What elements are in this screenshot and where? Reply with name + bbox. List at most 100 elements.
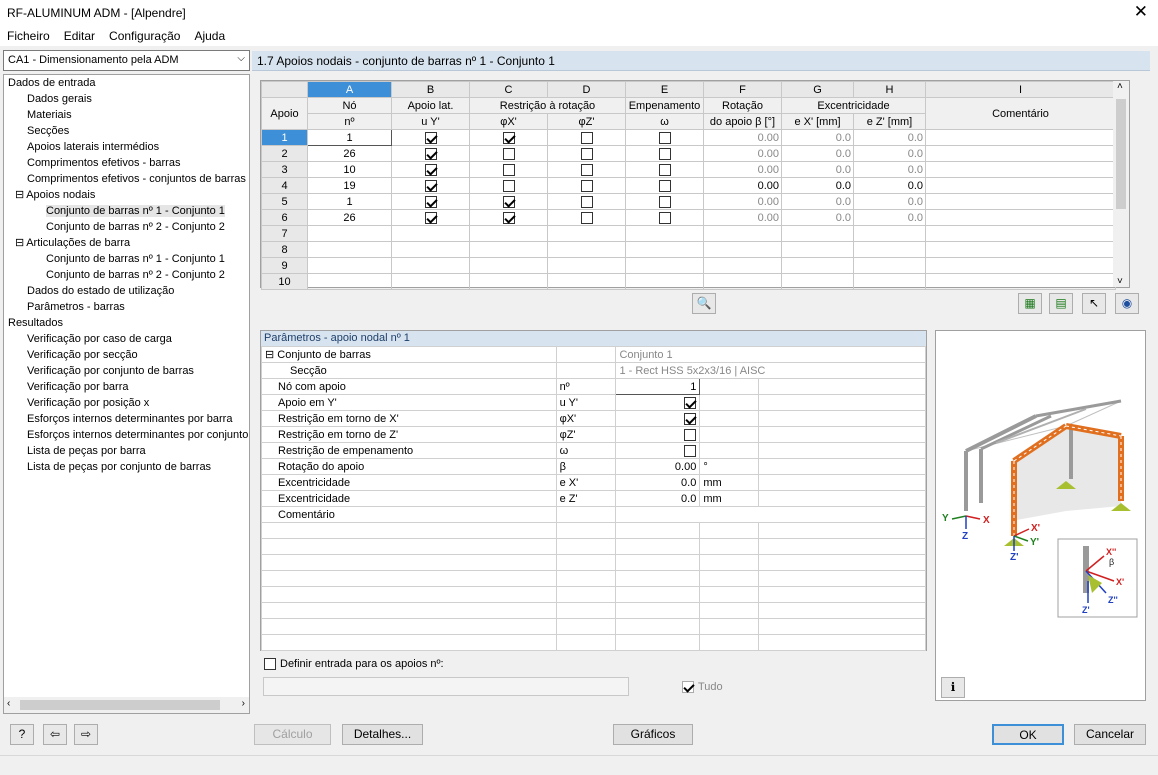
value-cell[interactable]: 0.0 bbox=[781, 161, 854, 178]
table-row[interactable]: 8 bbox=[261, 241, 1116, 258]
phiz-cell[interactable] bbox=[547, 193, 626, 210]
empty-cell[interactable] bbox=[781, 273, 854, 290]
value-cell[interactable]: 0.0 bbox=[853, 129, 926, 146]
checkbox[interactable] bbox=[424, 147, 437, 160]
tree-item[interactable]: Comprimentos efetivos - conjuntos de bar… bbox=[27, 171, 246, 187]
node-cell[interactable]: 1 bbox=[307, 129, 392, 146]
parameter-value[interactable]: 0.0 bbox=[615, 474, 701, 491]
checkbox[interactable] bbox=[580, 195, 593, 208]
empty-cell[interactable] bbox=[547, 273, 626, 290]
checkbox[interactable] bbox=[658, 211, 671, 224]
chevron-down-icon[interactable]: ⌵ bbox=[237, 53, 245, 64]
menu-item[interactable]: Configuração bbox=[102, 26, 187, 43]
scrollbar-thumb[interactable] bbox=[1116, 99, 1126, 209]
apoio-lat-cell[interactable] bbox=[391, 177, 470, 194]
empty-cell[interactable] bbox=[703, 225, 782, 242]
supports-input[interactable] bbox=[263, 677, 629, 696]
tree-item[interactable]: Verificação por barra bbox=[27, 379, 129, 395]
graphic-select-button[interactable]: 🔍 bbox=[692, 293, 716, 314]
empty-cell[interactable] bbox=[391, 273, 470, 290]
scroll-down-icon[interactable]: ˅ bbox=[1117, 276, 1123, 287]
value-cell[interactable]: 0.00 bbox=[703, 129, 782, 146]
table-row[interactable]: 7 bbox=[261, 225, 1116, 242]
node-cell[interactable]: 1 bbox=[307, 193, 392, 210]
phix-cell[interactable] bbox=[469, 145, 548, 162]
value-cell[interactable]: 0.00 bbox=[703, 193, 782, 210]
table-row[interactable]: 5 1 0.00 0.0 0.0 bbox=[261, 193, 1116, 210]
excel-import-button[interactable]: ▤ bbox=[1049, 293, 1073, 314]
value-cell[interactable]: 0.0 bbox=[781, 145, 854, 162]
tree-item[interactable]: Conjunto de barras nº 1 - Conjunto 1 bbox=[46, 203, 225, 219]
parameter-checkbox-cell[interactable] bbox=[615, 394, 701, 411]
tree-item[interactable]: Lista de peças por barra bbox=[27, 443, 146, 459]
phiz-cell[interactable] bbox=[547, 209, 626, 226]
empty-cell[interactable] bbox=[547, 257, 626, 274]
checkbox[interactable] bbox=[658, 163, 671, 176]
graphics-button[interactable]: Gráficos bbox=[613, 724, 693, 745]
empty-cell[interactable] bbox=[547, 241, 626, 258]
checkbox[interactable] bbox=[684, 412, 697, 425]
tree-item[interactable]: Conjunto de barras nº 1 - Conjunto 1 bbox=[46, 251, 225, 267]
cancel-button[interactable]: Cancelar bbox=[1074, 724, 1146, 745]
comment-cell[interactable] bbox=[925, 129, 1116, 146]
parameter-checkbox-cell[interactable] bbox=[615, 442, 701, 459]
empty-cell[interactable] bbox=[781, 257, 854, 274]
view-button[interactable]: ◉ bbox=[1115, 293, 1139, 314]
empty-cell[interactable] bbox=[307, 257, 392, 274]
checkbox[interactable] bbox=[424, 131, 437, 144]
empty-cell[interactable] bbox=[469, 241, 548, 258]
checkbox[interactable] bbox=[502, 131, 515, 144]
empty-cell[interactable] bbox=[307, 225, 392, 242]
empty-cell[interactable] bbox=[625, 241, 704, 258]
tree-item[interactable]: ⊟ Articulações de barra bbox=[15, 235, 130, 251]
empty-cell[interactable] bbox=[853, 273, 926, 290]
empty-cell[interactable] bbox=[925, 273, 1116, 290]
tree-item[interactable]: Esforços internos determinantes por conj… bbox=[27, 427, 248, 443]
excel-export-button[interactable]: ▦ bbox=[1018, 293, 1042, 314]
tree-item[interactable]: Conjunto de barras nº 2 - Conjunto 2 bbox=[46, 267, 225, 283]
empty-cell[interactable] bbox=[391, 241, 470, 258]
table-row[interactable]: 4 19 0.00 0.0 0.0 bbox=[261, 177, 1116, 194]
tree-item[interactable]: Verificação por posição x bbox=[27, 395, 149, 411]
empty-cell[interactable] bbox=[625, 225, 704, 242]
apoio-lat-cell[interactable] bbox=[391, 193, 470, 210]
table-row[interactable]: 10 bbox=[261, 273, 1116, 290]
value-cell[interactable]: 0.0 bbox=[853, 177, 926, 194]
checkbox[interactable] bbox=[580, 179, 593, 192]
phiz-cell[interactable] bbox=[547, 129, 626, 146]
checkbox[interactable] bbox=[658, 179, 671, 192]
checkbox[interactable] bbox=[580, 147, 593, 160]
table-row[interactable]: 6 26 0.00 0.0 0.0 bbox=[261, 209, 1116, 226]
value-cell[interactable]: 0.0 bbox=[781, 177, 854, 194]
value-cell[interactable]: 0.0 bbox=[853, 209, 926, 226]
value-cell[interactable]: 0.00 bbox=[703, 145, 782, 162]
checkbox[interactable] bbox=[424, 163, 437, 176]
phiz-cell[interactable] bbox=[547, 161, 626, 178]
scroll-up-icon[interactable]: ˄ bbox=[1117, 81, 1123, 92]
checkbox[interactable] bbox=[580, 211, 593, 224]
checkbox[interactable] bbox=[658, 195, 671, 208]
checkbox[interactable] bbox=[424, 179, 437, 192]
checkbox[interactable] bbox=[502, 195, 515, 208]
empty-cell[interactable] bbox=[703, 273, 782, 290]
value-cell[interactable]: 0.0 bbox=[781, 209, 854, 226]
design-case-select[interactable]: CA1 - Dimensionamento pela ADM ⌵ bbox=[3, 50, 250, 71]
checkbox[interactable] bbox=[580, 163, 593, 176]
parameter-checkbox-cell[interactable] bbox=[615, 426, 701, 443]
phiz-cell[interactable] bbox=[547, 145, 626, 162]
tree-item[interactable]: ⊟ Apoios nodais bbox=[15, 187, 95, 203]
tree-root-item[interactable]: Dados de entrada bbox=[8, 75, 95, 91]
empenamento-cell[interactable] bbox=[625, 161, 704, 178]
close-icon[interactable]: ✕ bbox=[1134, 3, 1148, 20]
apoio-lat-cell[interactable] bbox=[391, 145, 470, 162]
apoio-lat-cell[interactable] bbox=[391, 209, 470, 226]
empty-cell[interactable] bbox=[391, 225, 470, 242]
empty-cell[interactable] bbox=[853, 257, 926, 274]
empty-cell[interactable] bbox=[703, 257, 782, 274]
details-button[interactable]: Detalhes... bbox=[342, 724, 423, 745]
menu-item[interactable]: Editar bbox=[57, 26, 102, 43]
empty-cell[interactable] bbox=[469, 225, 548, 242]
tree-item[interactable]: Dados gerais bbox=[27, 91, 92, 107]
value-cell[interactable]: 0.0 bbox=[781, 129, 854, 146]
tree-item[interactable]: Secções bbox=[27, 123, 69, 139]
